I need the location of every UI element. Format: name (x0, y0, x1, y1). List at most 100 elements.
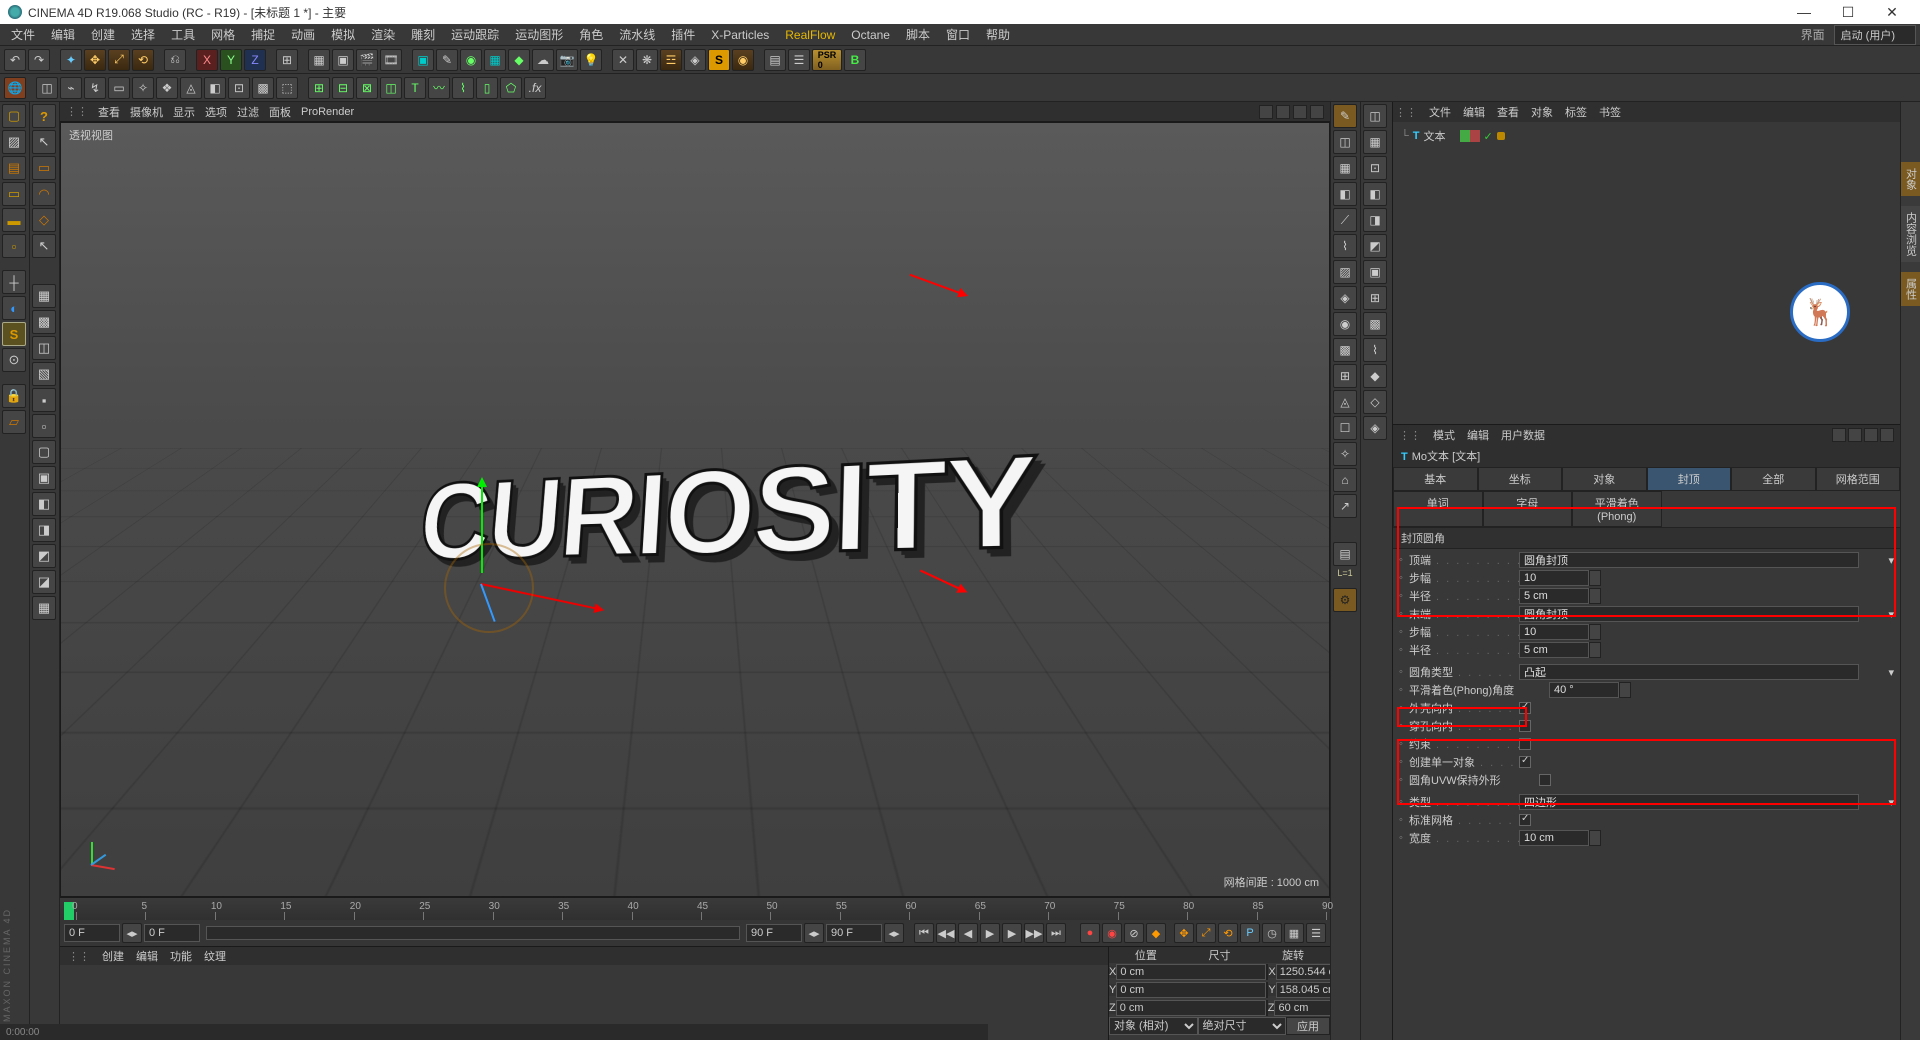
next-frame-icon[interactable]: ▶ (1002, 923, 1022, 943)
close-button[interactable]: ✕ (1872, 4, 1912, 21)
prev-key-icon[interactable]: ◀◀ (936, 923, 956, 943)
nurbs-icon[interactable]: ◉ (460, 49, 482, 71)
cursor-icon[interactable]: ↖ (32, 130, 56, 154)
xp-icon-2[interactable]: ❋ (636, 49, 658, 71)
om-menu-file[interactable]: 文件 (1429, 104, 1451, 120)
gen-icon-9[interactable]: ⊡ (228, 77, 250, 99)
isoline-icon[interactable]: ◫ (32, 336, 56, 360)
object-visibility-toggle[interactable] (1460, 130, 1480, 142)
rt2-i13[interactable]: ◈ (1363, 416, 1387, 440)
gen-icon-4[interactable]: ▭ (108, 77, 130, 99)
vp-nav-icon-1[interactable] (1259, 105, 1273, 119)
sel7-icon[interactable]: ◩ (32, 544, 56, 568)
array-icon[interactable]: ▦ (484, 49, 506, 71)
tl-spin-3[interactable]: ◂▸ (884, 923, 904, 943)
rt2-i2[interactable]: ▦ (1363, 130, 1387, 154)
timeline-start-field[interactable] (64, 924, 120, 942)
attr-nav-back[interactable] (1832, 428, 1846, 442)
maximize-button[interactable]: ☐ (1828, 4, 1868, 21)
sel8-icon[interactable]: ◪ (32, 570, 56, 594)
key-anim-icon[interactable]: ▦ (1284, 923, 1304, 943)
last-tool-icon[interactable]: ⎌ (164, 49, 186, 71)
coord-x-pos[interactable] (1116, 964, 1266, 980)
redo-button[interactable]: ↷ (28, 49, 50, 71)
plugin-icon-3[interactable]: B (844, 49, 866, 71)
rt-b3-icon[interactable]: ◧ (1333, 182, 1357, 206)
menu-mograph[interactable]: 运动图形 (508, 24, 570, 45)
plugin-icon-1[interactable]: ▤ (764, 49, 786, 71)
mograph-instance-icon[interactable]: ◫ (380, 77, 402, 99)
vp-menu-camera[interactable]: 摄像机 (130, 104, 163, 120)
menu-snap[interactable]: 捕捉 (244, 24, 282, 45)
tab-caps[interactable]: 封顶 (1647, 467, 1732, 491)
coord-sys-icon[interactable]: ⊞ (276, 49, 298, 71)
rotate-tool-icon[interactable]: ⟲ (132, 49, 154, 71)
side-tab-object[interactable]: 对象 (1901, 162, 1920, 196)
width-spinner[interactable] (1589, 830, 1601, 846)
snap-toggle-icon[interactable]: S (2, 322, 26, 346)
octane-o-icon[interactable]: ◉ (732, 49, 754, 71)
goto-start-icon[interactable]: ⏮ (914, 923, 934, 943)
octane-s-icon[interactable]: S (708, 49, 730, 71)
fillet-type-select[interactable] (1519, 664, 1859, 680)
autokey-icon[interactable]: ◉ (1102, 923, 1122, 943)
vp-menu-display[interactable]: 显示 (173, 104, 195, 120)
rt2-i5[interactable]: ◨ (1363, 208, 1387, 232)
environment-icon[interactable]: ☁ (532, 49, 554, 71)
start-cap-select[interactable] (1519, 552, 1859, 568)
subdiv-icon[interactable]: ▩ (32, 310, 56, 334)
rt-b9-icon[interactable]: ▩ (1333, 338, 1357, 362)
goto-end-icon[interactable]: ⏭ (1046, 923, 1066, 943)
rt-b11-icon[interactable]: ◬ (1333, 390, 1357, 414)
tab-phong[interactable]: 平滑着色(Phong) (1572, 491, 1662, 527)
fx-icon[interactable]: .fx (524, 77, 546, 99)
edge-mode-icon[interactable]: ▭ (2, 182, 26, 206)
sel6-icon[interactable]: ◨ (32, 518, 56, 542)
render-region-icon[interactable]: ▣ (332, 49, 354, 71)
keysel-icon[interactable]: ⊘ (1124, 923, 1144, 943)
vp-nav-icon-4[interactable] (1310, 105, 1324, 119)
menu-script[interactable]: 脚本 (899, 24, 937, 45)
mat-menu-func[interactable]: 功能 (170, 948, 192, 964)
menu-tracker[interactable]: 运动跟踪 (444, 24, 506, 45)
cube-primitive-icon[interactable]: ▣ (412, 49, 434, 71)
menu-octane[interactable]: Octane (844, 26, 897, 44)
key-param-icon[interactable]: P (1240, 923, 1260, 943)
hull-inward-checkbox[interactable] (1519, 702, 1531, 714)
mograph-poly-icon[interactable]: ⬠ (500, 77, 522, 99)
start-steps-spinner[interactable] (1589, 570, 1601, 586)
start-radius-field[interactable] (1519, 588, 1589, 604)
tab-word[interactable]: 单词 (1393, 491, 1483, 527)
sel9-icon[interactable]: ▦ (32, 596, 56, 620)
mograph-matrix-icon[interactable]: ⊟ (332, 77, 354, 99)
plugin-icon-2[interactable]: ☰ (788, 49, 810, 71)
attr-menu-edit[interactable]: 编辑 (1467, 427, 1489, 443)
om-menu-obj[interactable]: 对象 (1531, 104, 1553, 120)
om-menu-bm[interactable]: 书签 (1599, 104, 1621, 120)
sel2-icon[interactable]: ▫ (32, 414, 56, 438)
vp-menu-options[interactable]: 选项 (205, 104, 227, 120)
attr-menu-ud[interactable]: 用户数据 (1501, 427, 1545, 443)
menu-mesh[interactable]: 网格 (204, 24, 242, 45)
attr-menu-mode[interactable]: 模式 (1433, 427, 1455, 443)
rt-b7-icon[interactable]: ◈ (1333, 286, 1357, 310)
psr-button[interactable]: PSR0 (812, 49, 842, 71)
rt-b14-icon[interactable]: ⌂ (1333, 468, 1357, 492)
axis-mode-icon[interactable]: ┼ (2, 270, 26, 294)
xp-icon-1[interactable]: ✕ (612, 49, 634, 71)
rt-b4-icon[interactable]: ⟋ (1333, 208, 1357, 232)
attr-nav-fwd[interactable] (1848, 428, 1862, 442)
rt2-i1[interactable]: ◫ (1363, 104, 1387, 128)
vp-menu-filter[interactable]: 过滤 (237, 104, 259, 120)
end-cap-select[interactable] (1519, 606, 1859, 622)
planar-workplane-icon[interactable]: ▱ (2, 410, 26, 434)
camera-icon[interactable]: 📷 (556, 49, 578, 71)
rt-b13-icon[interactable]: ✧ (1333, 442, 1357, 466)
deformer-icon[interactable]: ◆ (508, 49, 530, 71)
render-view-icon[interactable]: ▦ (308, 49, 330, 71)
rt-b2-icon[interactable]: ▦ (1333, 156, 1357, 180)
next-key-icon[interactable]: ▶▶ (1024, 923, 1044, 943)
single-object-checkbox[interactable] (1519, 756, 1531, 768)
globe-icon[interactable]: 🌐 (4, 77, 26, 99)
menu-tools[interactable]: 工具 (164, 24, 202, 45)
